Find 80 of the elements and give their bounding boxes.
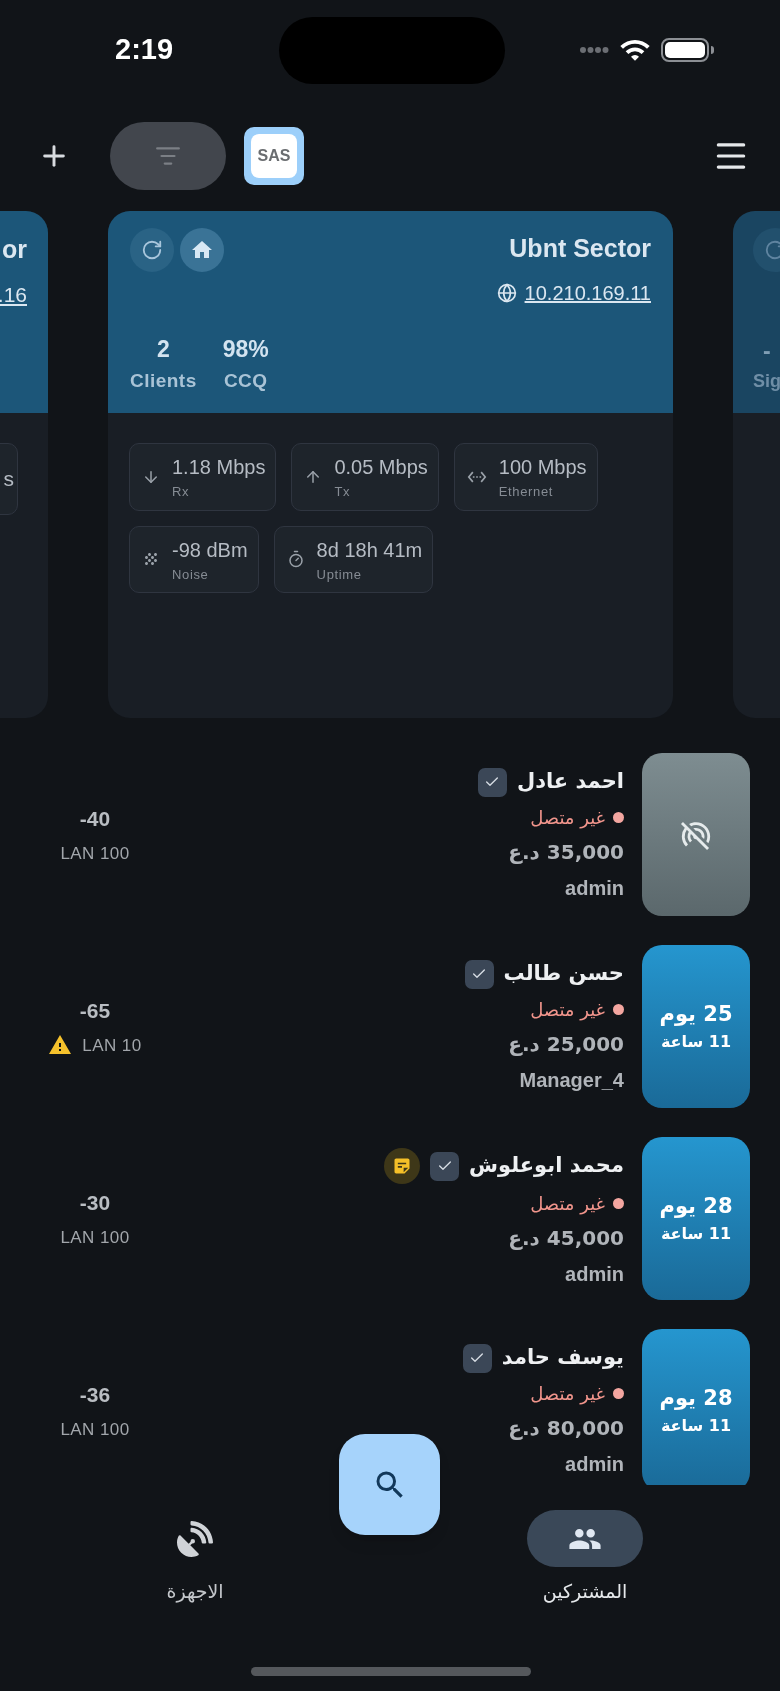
metric-value: s (3, 466, 14, 493)
offline-tile[interactable] (642, 753, 750, 916)
stat-value: 98% (222, 335, 269, 364)
hours-remaining: 11 ساعة (660, 1415, 732, 1436)
device-card[interactable]: or .16 s (0, 211, 48, 718)
stat-label: Sig (753, 370, 780, 393)
note-button[interactable] (384, 1148, 421, 1184)
metric-value: -98 dBm (172, 537, 248, 563)
remaining-time-tile[interactable]: 28 يوم 11 ساعة (642, 1137, 750, 1300)
cellular-signal-icon (579, 46, 609, 54)
manager-name: admin (565, 1451, 624, 1477)
metric-label: Rx (172, 483, 191, 501)
metric-value: 8d 18h 41m (316, 537, 423, 563)
timer-icon (286, 550, 305, 569)
subscription-price: 80,000 د.ع (508, 1414, 624, 1442)
stat-label: CCQ (223, 368, 268, 393)
subscription-price: 45,000 د.ع (508, 1225, 624, 1252)
hours-remaining: 11 ساعة (660, 1223, 732, 1244)
connection-status: غير متصل (530, 805, 605, 831)
checkbox[interactable] (462, 1343, 492, 1373)
subscription-price: 25,000 د.ع (508, 1030, 624, 1058)
device-card[interactable]: Ubnt Sector 10.210.169.11 98% CCQ 2 Clients 100 Mbps Ethernet 0.05 Mbps Tx 1.18 Mbps Rx 8d 18h 41m Uptime -98 dBm Noise (108, 211, 673, 718)
stat-value: - (762, 336, 771, 366)
logo-text: SAS (257, 145, 291, 166)
days-remaining: 25 يوم (659, 1001, 733, 1028)
search-button[interactable] (339, 1434, 440, 1535)
device-card[interactable]: - Sig (733, 211, 780, 718)
signal-strength: -65 (79, 998, 111, 1024)
device-ip-link[interactable]: 10.210.169.11 (524, 277, 651, 308)
note-icon (392, 1156, 413, 1176)
metric-value: 0.05 Mbps (334, 455, 428, 480)
signal-strength: -36 (79, 1382, 111, 1408)
refresh-icon (764, 239, 780, 261)
subscription-price: 35,000 د.ع (508, 838, 624, 866)
metric-value: 1.18 Mbps (172, 455, 266, 480)
metric-label: Tx (334, 483, 352, 501)
metric-label: Noise (172, 565, 210, 584)
manager-name: admin (565, 875, 624, 901)
connection-status: غير متصل (530, 997, 605, 1023)
link-speed: LAN 100 (60, 842, 130, 865)
globe-icon (496, 282, 517, 303)
remaining-time-tile[interactable]: 28 يوم 11 ساعة (642, 1329, 750, 1485)
connection-status: غير متصل (530, 1381, 605, 1407)
days-remaining: 28 يوم (659, 1385, 733, 1412)
device-title: or (2, 234, 27, 265)
remaining-time-tile[interactable]: 25 يوم 11 ساعة (642, 945, 750, 1108)
subscriber-name: حسن طالب (503, 960, 624, 988)
metric-label: Ethernet (498, 483, 555, 501)
sas-logo[interactable]: SAS (244, 126, 304, 185)
device-ip-link[interactable]: .16 (0, 278, 27, 310)
subscriber-name: احمد عادل (516, 768, 624, 796)
subscriber-name: محمد ابوعلوش (469, 1152, 624, 1180)
checkbox[interactable] (430, 1151, 460, 1181)
link-speed: LAN 10 (82, 1034, 142, 1057)
link-speed: LAN 100 (60, 1418, 130, 1441)
hours-remaining: 11 ساعة (660, 1031, 732, 1052)
satellite-dish-icon (177, 1520, 213, 1557)
stat-value: 2 (156, 335, 170, 364)
manager-name: admin (565, 1262, 624, 1287)
metric-label: Uptime (316, 565, 363, 584)
connection-status: غير متصل (530, 1192, 605, 1217)
clock: 2:19 (115, 32, 175, 68)
refresh-icon (141, 239, 163, 261)
days-remaining: 28 يوم (659, 1193, 733, 1220)
signal-strength: -40 (79, 806, 111, 832)
device-title: Ubnt Sector (509, 233, 651, 264)
signal-strength: -30 (79, 1190, 111, 1216)
stat-label: Clients (130, 368, 197, 393)
link-speed: LAN 100 (60, 1226, 130, 1249)
nav-label: المشتركين (542, 1579, 628, 1605)
subscriber-name: يوسف حامد (501, 1344, 624, 1372)
nav-label: الاجهزة (166, 1579, 224, 1605)
refresh-button[interactable] (130, 228, 174, 272)
battery-icon (661, 38, 714, 62)
metric-value: 100 Mbps (498, 455, 587, 480)
checkbox[interactable] (464, 959, 494, 989)
checkbox[interactable] (477, 767, 507, 797)
home-button[interactable] (180, 228, 224, 272)
nav-tab[interactable] (527, 1510, 643, 1567)
manager-name: Manager_4 (519, 1067, 624, 1093)
